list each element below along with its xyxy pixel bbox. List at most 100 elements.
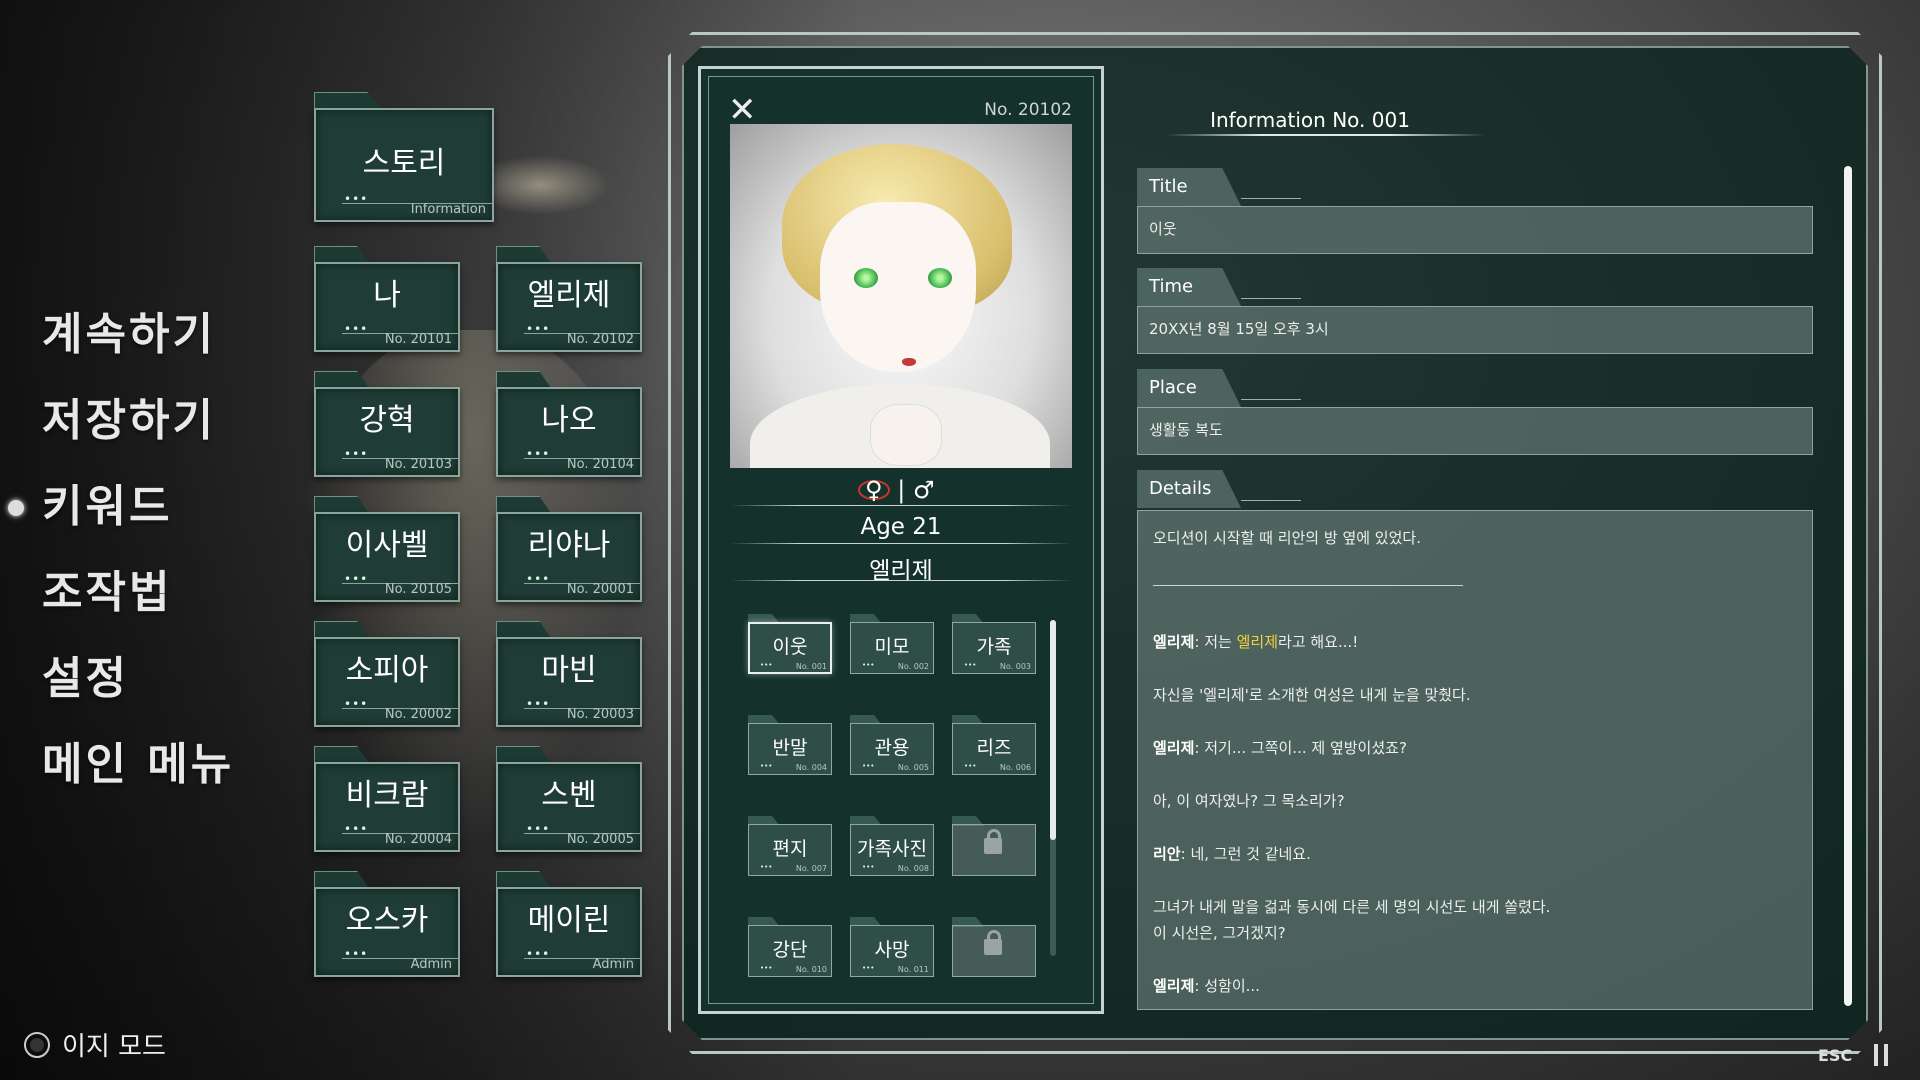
keyword-item[interactable]: 가족사진 ••• No. 008 xyxy=(850,816,934,876)
divider xyxy=(730,580,1072,581)
side-menu: 계속하기 저장하기 키워드 조작법 설정 메인 메뉴 xyxy=(7,292,234,808)
pause-icon[interactable] xyxy=(1874,1044,1888,1066)
folder-character-10[interactable]: 스벤 ••• No. 20005 xyxy=(496,746,642,852)
menu-keyword[interactable]: 키워드 xyxy=(7,464,234,550)
keyword-item[interactable]: 편지 ••• No. 007 xyxy=(748,816,832,876)
folder-character-8[interactable]: 마빈 ••• No. 20003 xyxy=(496,621,642,727)
folder-character-4[interactable]: 나오 ••• No. 20104 xyxy=(496,371,642,477)
folder-number: Information xyxy=(410,202,486,217)
portrait-eye-left xyxy=(854,268,878,288)
line-text: 라고 해요...! xyxy=(1278,633,1359,651)
folder-character-3[interactable]: 강혁 ••• No. 20103 xyxy=(314,371,460,477)
keyword-number: No. 004 xyxy=(795,763,827,772)
field-value-place: 생활동 복도 xyxy=(1149,421,1223,439)
folder-character-5[interactable]: 이사벨 ••• No. 20105 xyxy=(314,496,460,602)
divider xyxy=(730,505,1072,506)
narration-line: 자신을 '엘리제'로 소개한 여성은 내게 눈을 맞췄다. xyxy=(1153,686,1471,704)
keyword-item-locked xyxy=(952,917,1036,977)
speaker-name: 엘리제 xyxy=(1153,977,1195,995)
character-number: No. 20102 xyxy=(984,100,1072,120)
keyword-item[interactable]: 이웃 ••• No. 001 xyxy=(748,614,832,674)
lock-icon xyxy=(984,930,1002,955)
folder-character-2[interactable]: 엘리제 ••• No. 20102 xyxy=(496,246,642,352)
speaker-name: 엘리제 xyxy=(1153,633,1195,651)
speaker-separator: : xyxy=(1194,633,1205,651)
keyword-dots: ••• xyxy=(964,762,977,770)
info-header: Information No. 001 xyxy=(1210,108,1410,132)
folder-dots: ••• xyxy=(344,822,369,836)
folder-label: 스토리 xyxy=(362,146,446,181)
divider xyxy=(730,543,1072,544)
keyword-scrollbar-thumb[interactable] xyxy=(1050,620,1056,840)
keyword-label: 가족사진 xyxy=(857,838,927,860)
keyword-item[interactable]: 강단 ••• No. 010 xyxy=(748,917,832,977)
menu-settings[interactable]: 설정 xyxy=(42,636,234,722)
menu-controls[interactable]: 조작법 xyxy=(42,550,234,636)
folder-dots: ••• xyxy=(344,947,369,961)
folder-dots: ••• xyxy=(526,572,551,586)
easy-mode-label: 이지 모드 xyxy=(62,1032,166,1062)
field-value-title: 이웃 xyxy=(1149,220,1177,238)
keyword-item[interactable]: 리즈 ••• No. 006 xyxy=(952,715,1036,775)
keyword-dots: ••• xyxy=(760,964,773,972)
folder-admin-2[interactable]: 메이린 ••• Admin xyxy=(496,871,642,977)
keyword-item[interactable]: 관용 ••• No. 005 xyxy=(850,715,934,775)
folder-label: 나오 xyxy=(541,403,597,438)
keyword-label: 미모 xyxy=(874,636,910,658)
narration-line: 이 시선은, 그거겠지? xyxy=(1153,924,1286,942)
easy-mode-toggle[interactable]: 이지 모드 xyxy=(24,1026,166,1063)
keyword-item[interactable]: 미모 ••• No. 002 xyxy=(850,614,934,674)
keyword-dots: ••• xyxy=(760,661,773,669)
lock-icon xyxy=(984,829,1002,854)
keyword-label: 가족 xyxy=(976,636,1012,658)
folder-label: 마빈 xyxy=(541,653,597,688)
esc-button[interactable]: ESC xyxy=(1818,1046,1852,1065)
info-scrollbar-thumb[interactable] xyxy=(1844,166,1852,1006)
folder-character-7[interactable]: 소피아 ••• No. 20002 xyxy=(314,621,460,727)
folder-story[interactable]: 스토리 ••• Information xyxy=(314,92,494,222)
field-time: 20XX년 8월 15일 오후 3시 xyxy=(1137,306,1813,354)
keyword-item[interactable]: 사망 ••• No. 011 xyxy=(850,917,934,977)
keyword-item[interactable]: 반말 ••• No. 004 xyxy=(748,715,832,775)
folder-character-1[interactable]: 나 ••• No. 20101 xyxy=(314,246,460,352)
folder-label: 나 xyxy=(373,278,401,313)
folder-character-6[interactable]: 리야나 ••• No. 20001 xyxy=(496,496,642,602)
keyword-number: No. 006 xyxy=(999,763,1031,772)
dialogue-line: 리안: 네, 그런 것 같네요. xyxy=(1153,843,1311,864)
keyword-dots: ••• xyxy=(862,964,875,972)
speaker-name: 엘리제 xyxy=(1153,739,1195,757)
folder-character-9[interactable]: 비크람 ••• No. 20004 xyxy=(314,746,460,852)
keyword-label: 이웃 xyxy=(772,636,808,658)
folder-dots: ••• xyxy=(526,322,551,336)
dialogue-line: 엘리제: 저는 엘리제라고 해요...! xyxy=(1153,631,1358,652)
keyword-label: 편지 xyxy=(772,838,808,860)
folder-dots: ••• xyxy=(526,947,551,961)
line-text: 네, 그런 것 같네요. xyxy=(1190,845,1311,863)
folder-dots: ••• xyxy=(344,192,369,206)
field-tab-line xyxy=(1241,198,1301,199)
speaker-separator: : xyxy=(1180,845,1191,863)
keyword-label: 리즈 xyxy=(976,737,1012,759)
menu-save[interactable]: 저장하기 xyxy=(42,378,234,464)
keyword-number: No. 008 xyxy=(897,864,929,873)
gender-indicator: ♀ | ♂ xyxy=(858,476,934,504)
keyword-item[interactable]: 가족 ••• No. 003 xyxy=(952,614,1036,674)
field-label-time: Time xyxy=(1149,276,1194,297)
folder-number: No. 20001 xyxy=(566,582,634,597)
info-header-rule xyxy=(1165,134,1485,136)
details-text-area[interactable]: 오디션이 시작할 때 리안의 방 옆에 있었다. 엘리제: 저는 엘리제라고 해… xyxy=(1137,510,1813,1010)
portrait-eye-right xyxy=(928,268,952,288)
folder-number: No. 20103 xyxy=(384,457,452,472)
folder-label: 메이린 xyxy=(527,903,611,938)
narration-line: 아, 이 여자였나? 그 목소리가? xyxy=(1153,792,1345,810)
folder-dots: ••• xyxy=(526,447,551,461)
folder-label: 리야나 xyxy=(527,528,611,563)
folder-number: No. 20105 xyxy=(384,582,452,597)
menu-main-menu[interactable]: 메인 메뉴 xyxy=(42,722,234,808)
menu-continue[interactable]: 계속하기 xyxy=(42,292,234,378)
narration-line: 그녀가 내게 말을 걺과 동시에 다른 세 명의 시선도 내게 쏠렸다. xyxy=(1153,898,1551,916)
character-portrait xyxy=(730,124,1072,468)
keyword-number: No. 002 xyxy=(897,662,929,671)
folder-admin-1[interactable]: 오스카 ••• Admin xyxy=(314,871,460,977)
folder-dots: ••• xyxy=(526,822,551,836)
